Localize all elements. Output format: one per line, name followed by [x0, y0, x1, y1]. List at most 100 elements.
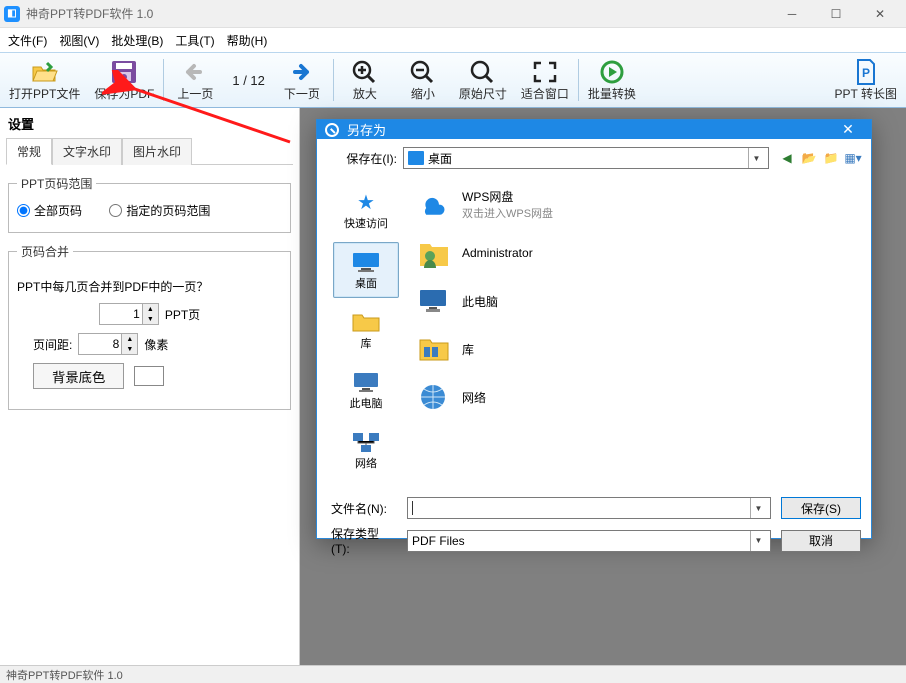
radio-all-pages[interactable]: 全部页码	[17, 202, 82, 219]
fit-window-button[interactable]: 适合窗口	[514, 53, 576, 107]
dialog-title-bar[interactable]: 另存为 ✕	[317, 120, 871, 139]
filename-label: 文件名(N):	[327, 500, 397, 517]
menu-help[interactable]: 帮助(H)	[227, 32, 268, 49]
page-range-group: PPT页码范围 全部页码 指定的页码范围	[8, 175, 291, 233]
dialog-file-list[interactable]: WPS网盘双击进入WPS网盘 Administrator 此电脑 库 网络	[405, 176, 861, 484]
globe-icon	[416, 381, 452, 413]
save-pdf-button[interactable]: 保存为PDF	[87, 53, 161, 107]
background-color-button[interactable]: 背景底色	[33, 363, 124, 389]
spinner-up[interactable]: ▲	[142, 304, 158, 314]
network-icon	[350, 429, 382, 455]
ppt-to-long-image-button[interactable]: P PPT 转长图	[828, 53, 904, 107]
menu-batch[interactable]: 批处理(B)	[111, 32, 163, 49]
zoom-in-button[interactable]: 放大	[336, 53, 394, 107]
nav-desktop[interactable]: 桌面	[333, 242, 399, 298]
open-ppt-button[interactable]: 打开PPT文件	[2, 53, 87, 107]
filetype-combo[interactable]: PDF Files ▼	[407, 530, 771, 552]
radio-specified-range-input[interactable]	[109, 204, 122, 217]
folder-icon	[350, 309, 382, 335]
view-menu-icon[interactable]: ▦▾	[845, 150, 861, 166]
pc-icon	[416, 285, 452, 317]
back-icon[interactable]: ◀	[779, 150, 795, 166]
spacing-label: 页间距:	[33, 336, 72, 353]
tab-general[interactable]: 常规	[6, 138, 52, 165]
nav-quick-access[interactable]: ★ 快速访问	[333, 182, 399, 238]
arrow-left-icon	[182, 58, 208, 85]
zoom-out-icon	[410, 58, 436, 85]
zoom-out-button[interactable]: 缩小	[394, 53, 452, 107]
dialog-close-button[interactable]: ✕	[833, 121, 863, 138]
pc-icon	[350, 369, 382, 395]
save-icon	[111, 58, 137, 85]
page-merge-legend: 页码合并	[17, 243, 73, 260]
batch-convert-button[interactable]: 批量转换	[581, 53, 643, 107]
close-button[interactable]: ✕	[858, 0, 902, 28]
maximize-button[interactable]: ☐	[814, 0, 858, 28]
dialog-places-bar: ★ 快速访问 桌面 库 此电脑 网络	[327, 176, 405, 484]
magnifier-icon	[470, 58, 496, 85]
tab-image-watermark[interactable]: 图片水印	[122, 138, 192, 165]
chevron-down-icon: ▼	[748, 148, 764, 168]
toolbar-separator	[578, 59, 579, 101]
up-folder-icon[interactable]: 📂	[801, 150, 817, 166]
settings-heading: 设置	[8, 114, 293, 133]
tab-text-watermark[interactable]: 文字水印	[52, 138, 122, 165]
status-bar: 神奇PPT转PDF软件 1.0	[0, 665, 906, 683]
list-item[interactable]: 库	[412, 325, 855, 373]
desktop-icon	[408, 151, 424, 165]
page-merge-group: 页码合并 PPT中每几页合并到PDF中的一页？ ▲▼ PPT页 页间距: ▲▼ …	[8, 243, 291, 410]
dialog-icon	[325, 123, 339, 137]
list-item[interactable]: 此电脑	[412, 277, 855, 325]
fit-screen-icon	[533, 58, 557, 85]
minimize-button[interactable]: ─	[770, 0, 814, 28]
spinner-up[interactable]: ▲	[121, 334, 137, 344]
settings-tabs: 常规 文字水印 图片水印	[6, 137, 293, 165]
menu-view[interactable]: 视图(V)	[59, 32, 99, 49]
user-icon	[416, 237, 452, 269]
app-title: 神奇PPT转PDF软件 1.0	[26, 5, 770, 22]
cancel-button[interactable]: 取消	[781, 530, 861, 552]
menu-file[interactable]: 文件(F)	[8, 32, 47, 49]
toolbar: 打开PPT文件 保存为PDF 上一页 1 / 12 下一页 放大 缩小 原始尺寸…	[0, 52, 906, 108]
nav-libraries[interactable]: 库	[333, 302, 399, 358]
next-page-button[interactable]: 下一页	[273, 53, 331, 107]
document-p-icon: P	[855, 58, 877, 85]
list-item[interactable]: WPS网盘双击进入WPS网盘	[412, 180, 855, 229]
save-in-label: 保存在(I):	[327, 150, 397, 167]
list-item[interactable]: 网络	[412, 373, 855, 421]
list-item[interactable]: Administrator	[412, 229, 855, 277]
nav-this-pc[interactable]: 此电脑	[333, 362, 399, 418]
dialog-title: 另存为	[347, 120, 833, 139]
filename-input[interactable]: ▼	[407, 497, 771, 519]
nav-network[interactable]: 网络	[333, 422, 399, 478]
toolbar-separator	[333, 59, 334, 101]
app-icon: ◧	[4, 6, 20, 22]
settings-panel: 设置 常规 文字水印 图片水印 PPT页码范围 全部页码 指定的页码范围 页码合…	[0, 108, 300, 665]
save-button[interactable]: 保存(S)	[781, 497, 861, 519]
radio-specified-range[interactable]: 指定的页码范围	[109, 202, 210, 219]
folder-open-icon	[31, 58, 59, 85]
menu-tools[interactable]: 工具(T)	[175, 32, 214, 49]
filetype-label: 保存类型(T):	[327, 525, 397, 556]
save-as-dialog: 另存为 ✕ 保存在(I): 桌面 ▼ ◀ 📂 📁 ▦▾ ★ 快速访问	[316, 119, 872, 539]
arrow-right-icon	[289, 58, 315, 85]
star-icon: ★	[350, 189, 382, 215]
monitor-icon	[350, 249, 382, 275]
new-folder-icon[interactable]: 📁	[823, 150, 839, 166]
radio-all-pages-input[interactable]	[17, 204, 30, 217]
original-size-button[interactable]: 原始尺寸	[452, 53, 514, 107]
chevron-down-icon[interactable]: ▼	[750, 498, 766, 518]
play-circle-icon	[599, 58, 625, 85]
spinner-down[interactable]: ▼	[121, 344, 137, 354]
chevron-down-icon[interactable]: ▼	[750, 531, 766, 551]
cloud-icon	[416, 189, 452, 221]
page-counter: 1 / 12	[224, 53, 273, 107]
toolbar-separator	[163, 59, 164, 101]
title-bar: ◧ 神奇PPT转PDF软件 1.0 ─ ☐ ✕	[0, 0, 906, 28]
prev-page-button[interactable]: 上一页	[166, 53, 224, 107]
save-in-combo[interactable]: 桌面 ▼	[403, 147, 769, 169]
spinner-down[interactable]: ▼	[142, 314, 158, 324]
background-color-swatch[interactable]	[134, 366, 164, 386]
menu-bar: 文件(F) 视图(V) 批处理(B) 工具(T) 帮助(H)	[0, 28, 906, 52]
folder-library-icon	[416, 333, 452, 365]
